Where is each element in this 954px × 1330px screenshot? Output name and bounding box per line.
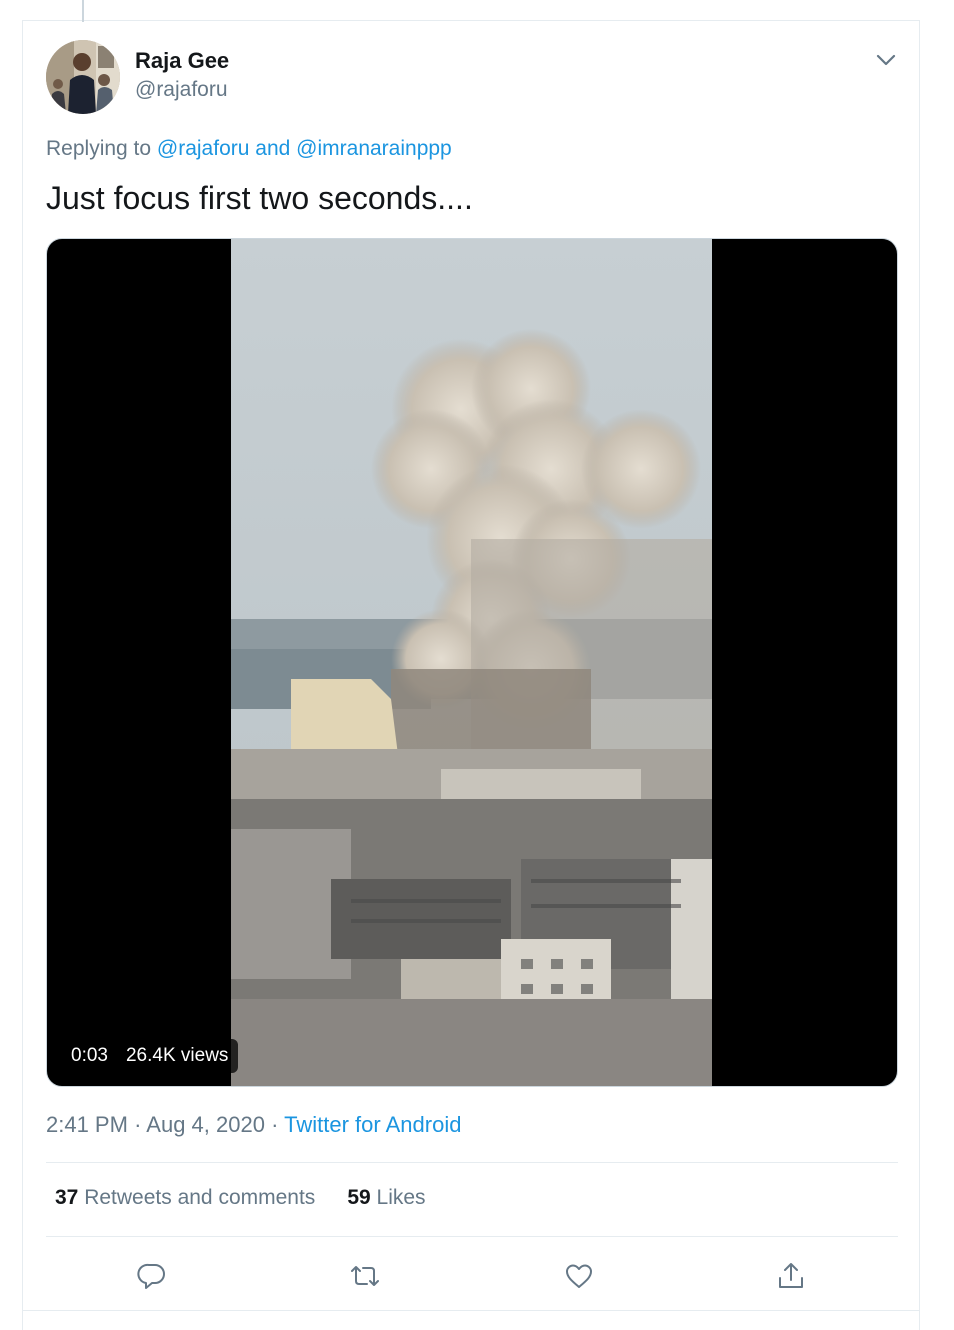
tweet-source-link[interactable]: Twitter for Android <box>284 1112 461 1137</box>
divider <box>46 1236 898 1237</box>
replying-to-line: Replying to @rajaforu and @imranarainppp <box>46 137 452 161</box>
replying-prefix: Replying to <box>46 137 152 160</box>
reply-to-and[interactable]: and <box>255 137 290 160</box>
retweets-stat[interactable]: 37 Retweets and comments <box>55 1186 315 1210</box>
thread-connector-line <box>82 0 84 22</box>
video-frame <box>231 239 712 1086</box>
avatar-photo <box>46 40 120 114</box>
author-name[interactable]: Raja Gee <box>135 48 229 74</box>
tweet-stats: 37 Retweets and comments 59 Likes <box>55 1186 426 1210</box>
tweet-text: Just focus first two seconds.... <box>46 180 473 216</box>
retweets-label: Retweets and comments <box>84 1186 316 1209</box>
meta-separator: · <box>271 1112 279 1137</box>
avatar[interactable] <box>46 40 120 114</box>
reply-to-link-1[interactable]: @rajaforu <box>157 137 250 160</box>
tweet-date[interactable]: Aug 4, 2020 <box>146 1112 265 1137</box>
tweet-time[interactable]: 2:41 PM <box>46 1112 128 1137</box>
likes-count: 59 <box>347 1186 371 1209</box>
video-views: 26.4K views <box>125 1045 229 1066</box>
retweet-icon[interactable] <box>348 1259 382 1293</box>
meta-separator: · <box>134 1112 142 1137</box>
video-duration: 0:03 <box>71 1045 108 1066</box>
tweet-meta: 2:41 PM · Aug 4, 2020 · Twitter for Andr… <box>46 1112 461 1138</box>
author-handle[interactable]: @rajaforu <box>135 78 228 102</box>
card-bottom-border <box>22 1310 920 1311</box>
reply-icon[interactable] <box>135 1259 169 1293</box>
likes-stat[interactable]: 59 Likes <box>347 1186 425 1210</box>
divider <box>46 1162 898 1163</box>
retweets-count: 37 <box>55 1186 79 1209</box>
chevron-down-icon[interactable] <box>872 46 900 74</box>
likes-label: Likes <box>376 1186 426 1209</box>
share-icon[interactable] <box>774 1259 808 1293</box>
heart-icon[interactable] <box>562 1259 596 1293</box>
video-badge: 0:03 26.4K views <box>61 1039 239 1073</box>
reply-to-link-2[interactable]: @imranarainppp <box>296 137 452 160</box>
video-player[interactable]: 0:03 26.4K views <box>46 238 898 1087</box>
